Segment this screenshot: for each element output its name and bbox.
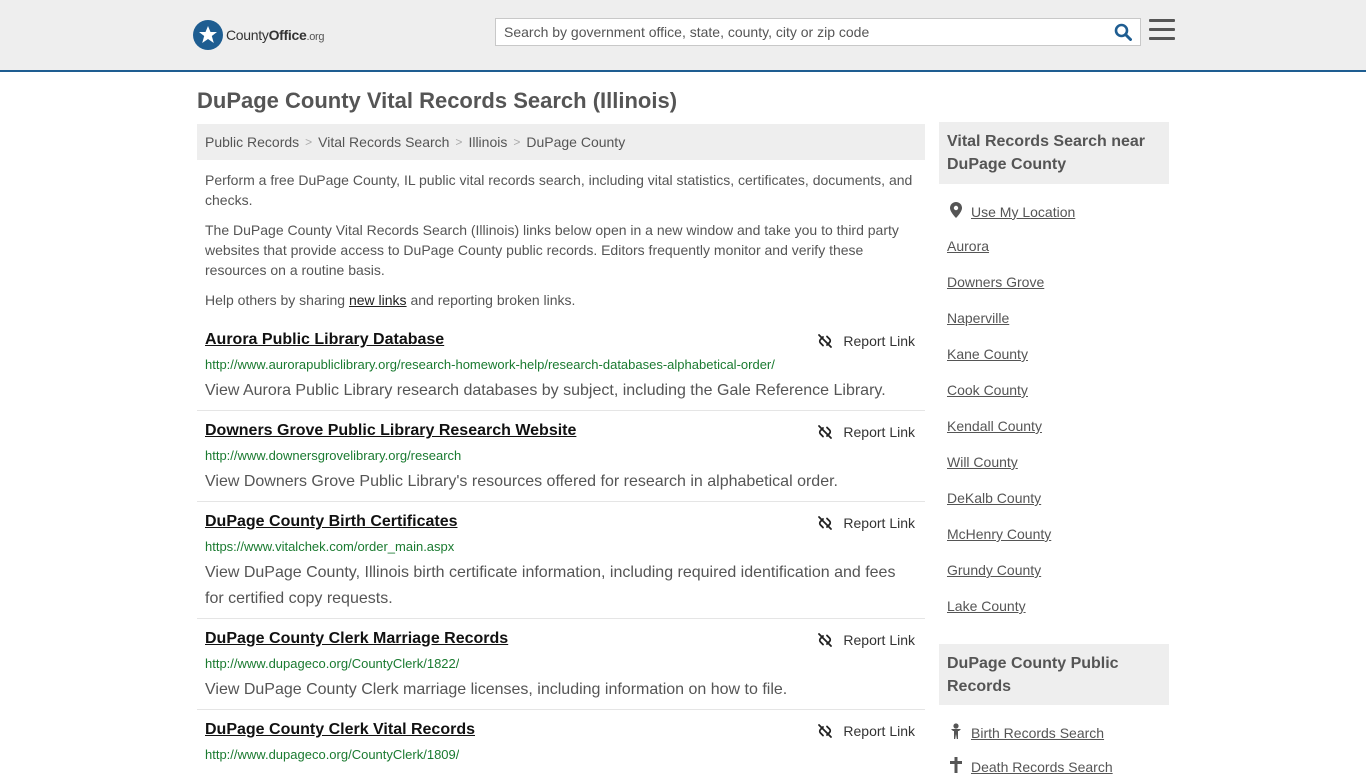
result-title-link[interactable]: Downers Grove Public Library Research We… bbox=[205, 422, 576, 440]
sidebar-nearby-link[interactable]: Downers Grove bbox=[947, 274, 1044, 290]
result-item: Downers Grove Public Library Research We… bbox=[197, 422, 925, 502]
sidebar-nearby-link[interactable]: Grundy County bbox=[947, 562, 1041, 578]
breadcrumb-separator: > bbox=[513, 135, 521, 149]
result-item: Aurora Public Library Database Report Li… bbox=[197, 331, 925, 411]
birth-records-search-link[interactable]: Birth Records Search bbox=[947, 723, 1104, 742]
breadcrumb-separator: > bbox=[455, 135, 463, 149]
broken-link-icon bbox=[818, 633, 833, 647]
page-title: DuPage County Vital Records Search (Illi… bbox=[197, 88, 678, 113]
result-url[interactable]: http://www.aurorapubliclibrary.org/resea… bbox=[205, 357, 775, 372]
cross-icon bbox=[947, 757, 965, 776]
result-url[interactable]: https://www.vitalchek.com/order_main.asp… bbox=[205, 539, 454, 554]
search-icon bbox=[1114, 23, 1132, 41]
search-button[interactable] bbox=[1106, 19, 1140, 45]
sidebar-nearby-link[interactable]: Kane County bbox=[947, 346, 1028, 362]
baby-icon bbox=[947, 723, 965, 742]
broken-link-icon bbox=[818, 724, 833, 738]
report-link-button[interactable]: Report Link bbox=[817, 424, 915, 440]
new-links-link[interactable]: new links bbox=[349, 292, 407, 308]
result-item: DuPage County Birth Certificates Report … bbox=[197, 513, 925, 619]
sidebar-nearby-link[interactable]: McHenry County bbox=[947, 526, 1051, 542]
report-link-button[interactable]: Report Link bbox=[817, 333, 915, 349]
result-description: View DuPage County, Illinois birth certi… bbox=[205, 564, 896, 607]
result-title-link[interactable]: DuPage County Birth Certificates bbox=[205, 513, 457, 531]
result-title-link[interactable]: DuPage County Clerk Vital Records bbox=[205, 721, 475, 739]
intro-paragraph-2: The DuPage County Vital Records Search (… bbox=[205, 222, 899, 278]
site-header: CountyOffice.org bbox=[0, 0, 1366, 72]
breadcrumb-public-records[interactable]: Public Records bbox=[205, 134, 299, 150]
use-my-location-link[interactable]: Use My Location bbox=[947, 202, 1075, 221]
sidebar-nearby-heading: Vital Records Search near DuPage County bbox=[939, 122, 1169, 184]
report-link-button[interactable]: Report Link bbox=[817, 632, 915, 648]
sidebar-nearby-link[interactable]: Naperville bbox=[947, 310, 1009, 326]
broken-link-icon bbox=[818, 334, 833, 348]
death-records-search-link[interactable]: Death Records Search bbox=[947, 757, 1113, 776]
breadcrumb-dupage-county[interactable]: DuPage County bbox=[526, 134, 625, 150]
sidebar-records-heading: DuPage County Public Records bbox=[939, 644, 1169, 705]
sidebar-nearby-link[interactable]: Kendall County bbox=[947, 418, 1042, 434]
broken-link-icon bbox=[818, 516, 833, 530]
result-description: View Downers Grove Public Library's reso… bbox=[205, 473, 838, 490]
breadcrumb-separator: > bbox=[305, 135, 313, 149]
search-box bbox=[495, 18, 1141, 46]
breadcrumb-vital-records[interactable]: Vital Records Search bbox=[318, 134, 449, 150]
broken-link-icon bbox=[818, 425, 833, 439]
report-link-button[interactable]: Report Link bbox=[817, 723, 915, 739]
sidebar-nearby-link[interactable]: DeKalb County bbox=[947, 490, 1041, 506]
map-marker-icon bbox=[947, 202, 965, 221]
result-description: View Aurora Public Library research data… bbox=[205, 382, 886, 399]
result-title-link[interactable]: Aurora Public Library Database bbox=[205, 331, 444, 349]
sidebar-nearby-link[interactable]: Lake County bbox=[947, 598, 1026, 614]
result-description: View DuPage County Clerk marriage licens… bbox=[205, 681, 788, 698]
sidebar-nearby-link[interactable]: Cook County bbox=[947, 382, 1028, 398]
result-url[interactable]: http://www.dupageco.org/CountyClerk/1822… bbox=[205, 656, 459, 671]
county-seal-icon bbox=[193, 20, 223, 50]
result-title-link[interactable]: DuPage County Clerk Marriage Records bbox=[205, 630, 508, 648]
hamburger-menu-icon[interactable] bbox=[1149, 19, 1175, 43]
intro-paragraph-3: Help others by sharing new links and rep… bbox=[205, 292, 576, 308]
breadcrumb: Public Records > Vital Records Search > … bbox=[197, 124, 925, 160]
result-item: DuPage County Clerk Vital Records Report… bbox=[197, 721, 925, 768]
intro-paragraph-1: Perform a free DuPage County, IL public … bbox=[205, 172, 913, 208]
report-link-button[interactable]: Report Link bbox=[817, 515, 915, 531]
sidebar-nearby-link[interactable]: Aurora bbox=[947, 238, 989, 254]
logo-wordmark: CountyOffice.org bbox=[226, 27, 325, 43]
site-logo[interactable]: CountyOffice.org bbox=[193, 20, 325, 50]
breadcrumb-illinois[interactable]: Illinois bbox=[468, 134, 507, 150]
result-item: DuPage County Clerk Marriage Records Rep… bbox=[197, 630, 925, 710]
result-url[interactable]: http://www.dupageco.org/CountyClerk/1809… bbox=[205, 747, 459, 762]
search-input[interactable] bbox=[496, 19, 1106, 45]
sidebar-nearby-link[interactable]: Will County bbox=[947, 454, 1018, 470]
result-url[interactable]: http://www.downersgrovelibrary.org/resea… bbox=[205, 448, 461, 463]
